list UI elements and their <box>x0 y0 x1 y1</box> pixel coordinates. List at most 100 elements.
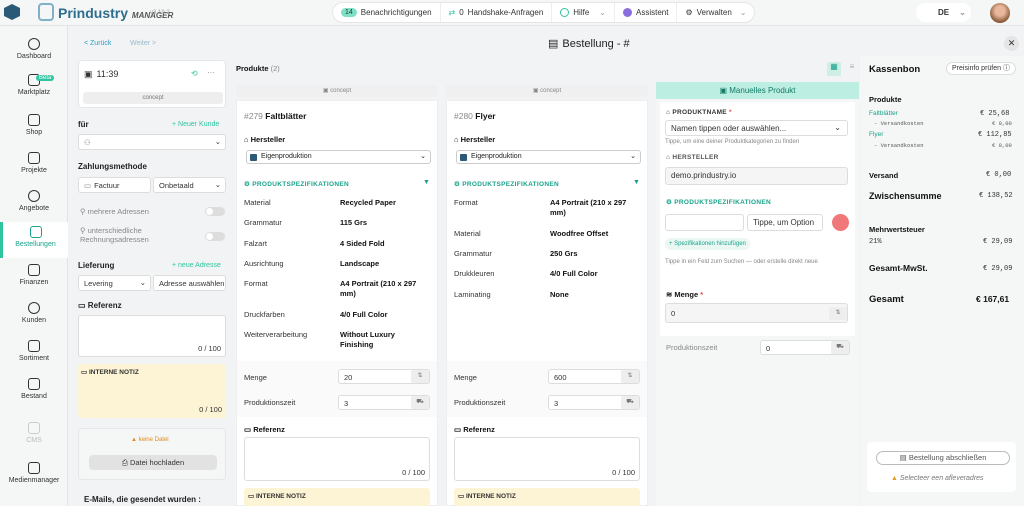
collapse-icon[interactable]: ▼ <box>633 179 640 186</box>
delivery-method-select[interactable]: Levering ⌄ <box>78 275 151 291</box>
sidebar-item-angebote[interactable]: Angebote <box>0 186 68 222</box>
manual-quantity-input[interactable]: 0 <box>665 303 848 323</box>
spec-value[interactable]: 250 Grs <box>550 249 578 258</box>
payment-method-select[interactable]: ▭ Factuur <box>78 177 151 193</box>
spec-value[interactable]: Recycled Paper <box>340 198 396 207</box>
comment-icon: ▭ <box>454 425 462 434</box>
layers-icon: ≋ <box>666 290 673 299</box>
back-link[interactable]: < Zurück <box>84 40 111 47</box>
help-button[interactable]: Hilfe ⌄ <box>552 3 615 22</box>
new-address-link[interactable]: + neue Adresse <box>172 262 221 269</box>
receipt-line-name[interactable]: Flyer <box>869 131 883 138</box>
spec-value[interactable]: 4/0 Full Color <box>340 310 388 319</box>
remove-spec-button[interactable] <box>832 214 849 231</box>
internal-note[interactable]: ▭ INTERNE NOTIZ <box>244 488 430 506</box>
product-title: #280 Flyer <box>454 111 496 121</box>
address-select[interactable]: Adresse auswählen <box>153 275 226 291</box>
sidebar-item-dashboard[interactable]: Dashboard <box>0 34 68 70</box>
internal-note[interactable]: ▭ INTERNE NOTIZ <box>454 488 640 506</box>
truck-icon[interactable]: ⛟ <box>621 396 639 409</box>
app-logo-icon[interactable] <box>4 4 20 20</box>
product-name-label: ⌂ PRODUKTNAME * <box>666 109 732 116</box>
spec-value-input[interactable]: Tippe, um Option <box>747 214 823 231</box>
vat-value: € 29,09 <box>983 238 1013 246</box>
sidebar-item-sortiment[interactable]: Sortiment <box>0 336 68 372</box>
upload-button[interactable]: ⎙ Datei hochladen <box>89 455 217 470</box>
spec-value[interactable]: 115 Grs <box>340 218 367 227</box>
refresh-icon[interactable]: ⟲ <box>191 69 198 78</box>
forward-link[interactable]: Weiter > <box>130 40 156 47</box>
avatar[interactable] <box>990 3 1010 23</box>
multi-address-toggle[interactable] <box>205 207 225 216</box>
location-icon: ⚲ <box>80 226 86 235</box>
handshake-button[interactable]: ⇄ 0 Handshake-Anfragen <box>441 3 553 22</box>
manual-product-header[interactable]: ▣ Manuelles Produkt <box>656 82 859 99</box>
sort-icon[interactable]: ⇅ <box>829 307 847 320</box>
spec-value[interactable]: 4 Sided Fold <box>340 239 385 248</box>
spec-key-input[interactable] <box>665 214 744 231</box>
sidebar-item-marktplatz[interactable]: Beta Marktplatz <box>0 70 68 106</box>
add-spec-button[interactable]: + Spezifikationen hinzufügen <box>665 238 750 250</box>
language-select[interactable]: DE ⌄ <box>916 3 971 22</box>
truck-icon[interactable]: ⛟ <box>831 341 849 354</box>
sidebar-item-bestand[interactable]: Bestand <box>0 374 68 410</box>
manage-button[interactable]: ⚙ Verwalten ⌄ <box>677 3 754 22</box>
product-name-input[interactable]: Namen tippen oder auswählen... ⌄ <box>665 120 848 136</box>
truck-icon[interactable]: ⛟ <box>411 396 429 409</box>
sort-icon[interactable]: ⇅ <box>411 370 429 383</box>
note-icon: ▭ <box>248 493 255 500</box>
sidebar-item-medienmanager[interactable]: Medienmanager <box>0 458 68 494</box>
media-icon <box>28 462 40 474</box>
assistant-icon <box>623 8 632 17</box>
spec-key: Format <box>244 279 268 288</box>
sidebar-item-bestellungen[interactable]: Bestellungen <box>0 222 68 258</box>
beta-badge: Beta <box>36 75 55 81</box>
price-check-button[interactable]: Preisinfo prüfen ⓘ <box>946 62 1016 75</box>
spec-value[interactable]: None <box>550 290 569 299</box>
spec-key: Falzart <box>244 239 267 248</box>
sidebar-item-shop[interactable]: Shop <box>0 110 68 146</box>
new-customer-link[interactable]: + Neuer Kunde <box>172 121 219 128</box>
collapse-icon[interactable]: ▼ <box>423 179 430 186</box>
sidebar-item-finanzen[interactable]: Finanzen <box>0 260 68 296</box>
reference-counter: 0 / 100 <box>402 468 425 477</box>
more-icon[interactable]: ⋯ <box>207 68 215 77</box>
customer-select[interactable]: ⚇ ⌄ <box>78 134 226 150</box>
handshake-icon: ⇄ <box>448 8 456 17</box>
payment-status-select[interactable]: Onbetaald ⌄ <box>153 177 226 193</box>
grid-view-icon[interactable]: ▦ <box>827 62 841 76</box>
receipt-line-name[interactable]: Faltblätter <box>869 110 898 117</box>
close-button[interactable]: ✕ <box>1004 36 1019 51</box>
sidebar-item-cms[interactable]: CMS <box>0 418 68 454</box>
spec-value[interactable]: Woodfree Offset <box>550 229 608 238</box>
spec-value[interactable]: A4 Portrait (210 x 297 mm) <box>340 279 432 299</box>
spec-value[interactable]: Landscape <box>340 259 379 268</box>
reference-label: ▭ Referenz <box>454 425 495 434</box>
quantity-label: Menge <box>454 373 477 382</box>
spec-value[interactable]: 4/0 Full Color <box>550 269 598 278</box>
note-icon: ▭ <box>458 493 465 500</box>
manufacturer-select[interactable]: Eigenproduktion ⌄ <box>456 150 641 164</box>
assistant-button[interactable]: Assistent <box>615 3 678 22</box>
factory-icon: ⌂ <box>454 135 459 144</box>
spec-value[interactable]: Without Luxury Finishing <box>340 330 430 350</box>
checkout-card: ▤ Bestellung abschließen ▲ Selecteer een… <box>867 442 1016 492</box>
sidebar-item-kunden[interactable]: Kunden <box>0 298 68 334</box>
internal-note[interactable]: ▭ INTERNE NOTIZ 0 / 100 <box>78 364 226 418</box>
sidebar-item-projekte[interactable]: Projekte <box>0 148 68 184</box>
manufacturer-select[interactable]: Eigenproduktion ⌄ <box>246 150 431 164</box>
notifications-button[interactable]: 14 Benachrichtigungen <box>333 3 441 22</box>
sidebar-item-label: Angebote <box>19 205 49 212</box>
sidebar-item-label: CMS <box>26 437 42 444</box>
reference-textarea[interactable]: 0 / 100 <box>454 437 640 481</box>
reference-label: ▭ Referenz <box>244 425 285 434</box>
sort-icon[interactable]: ⇅ <box>621 370 639 383</box>
diff-address-toggle[interactable] <box>205 232 225 241</box>
reference-textarea[interactable]: 0 / 100 <box>244 437 430 481</box>
help-icon <box>560 8 570 17</box>
finish-order-button[interactable]: ▤ Bestellung abschließen <box>876 451 1010 465</box>
spec-value[interactable]: A4 Portrait (210 x 297 mm) <box>550 198 640 218</box>
reference-textarea[interactable]: 0 / 100 <box>78 315 226 357</box>
list-view-icon[interactable]: ≡ <box>845 62 859 76</box>
top-bar: Prindustry MANAGER v3.19.2 14 Benachricht… <box>0 0 1024 26</box>
